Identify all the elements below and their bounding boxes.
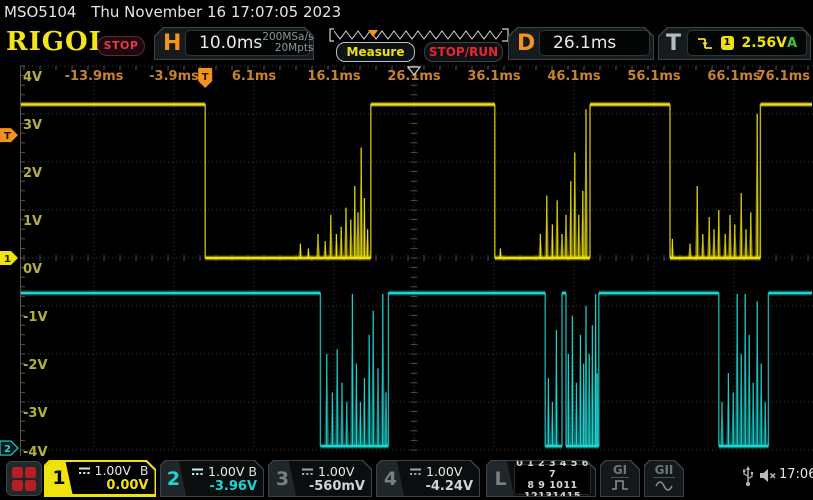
channel-2-offset: -3.96V: [186, 479, 263, 494]
waveform-display: -13.9ms -3.9ms 6.1ms 16.1ms 26.1ms 36.1ms 46.1…: [0, 0, 813, 470]
channel-1-scale: 1.00V: [95, 463, 131, 478]
svg-text:36.1ms: 36.1ms: [467, 69, 521, 84]
trigger-mode: A: [787, 36, 797, 51]
logic-label: L: [487, 461, 514, 496]
svg-text:3V: 3V: [23, 118, 42, 133]
channel-2-scale: 1.00V: [208, 464, 244, 479]
source-2-label: GII: [653, 463, 676, 478]
svg-text:-3V: -3V: [23, 406, 48, 421]
dc-coupling-icon: [301, 467, 314, 476]
svg-text:56.1ms: 56.1ms: [627, 69, 681, 84]
rigol-logo: RIGOL: [6, 27, 108, 57]
channel-1-number: 1: [46, 462, 73, 495]
delay-block[interactable]: D 26.1ms: [508, 27, 654, 60]
channel-3-number: 3: [269, 461, 296, 496]
svg-text:2V: 2V: [23, 166, 42, 181]
timebase-value: 10.0ms: [199, 33, 262, 53]
svg-text:2: 2: [4, 444, 11, 455]
channel-2-block[interactable]: 2 1.00V B -3.96V: [160, 460, 264, 497]
logic-channels-block[interactable]: L 0 1 2 3 4 5 6 7 8 9 1011 12131415: [486, 460, 596, 497]
svg-text:0V: 0V: [23, 262, 42, 277]
channel-3-offset: -560mV: [296, 479, 371, 494]
oscilloscope-screen: MSO5104 Thu November 16 17:07:05 2023 -1…: [0, 0, 813, 500]
sine-wave-icon: [654, 478, 674, 491]
horizontal-timebase-block[interactable]: H 10.0ms 200MSa/s 20Mpts: [154, 27, 314, 60]
svg-text:T: T: [4, 131, 11, 142]
svg-text:76.1ms: 76.1ms: [757, 69, 811, 84]
delay-value: 26.1ms: [553, 33, 616, 53]
datetime-label: Thu November 16 17:07:05 2023: [91, 3, 341, 21]
title-bar: MSO5104 Thu November 16 17:07:05 2023: [0, 0, 813, 24]
svg-text:-3.9ms: -3.9ms: [149, 69, 199, 84]
square-wave-icon: [610, 478, 630, 491]
source-1-block[interactable]: GI: [600, 460, 640, 497]
svg-text:-2V: -2V: [23, 358, 48, 373]
channel-3-block[interactable]: 3 1.00V -560mV: [268, 460, 372, 497]
horizontal-label: H: [163, 31, 181, 56]
clock: 17:06: [779, 467, 813, 482]
dc-coupling-icon: [191, 467, 204, 476]
memory-overview[interactable]: [329, 28, 509, 42]
channel-1-block[interactable]: 1 1.00V B 0.00V: [44, 460, 156, 497]
dc-coupling-icon: [78, 466, 91, 475]
logic-row-1: 0 1 2 3 4 5 6 7: [515, 458, 590, 480]
channel-4-block[interactable]: 4 1.00V -4.24V: [376, 460, 480, 497]
svg-text:T: T: [202, 72, 209, 83]
delay-pill: 26.1ms: [539, 30, 650, 56]
svg-text:6.1ms: 6.1ms: [232, 69, 277, 84]
memory-depth: 20Mpts: [275, 42, 314, 54]
model-label: MSO5104: [4, 3, 76, 21]
svg-text:16.1ms: 16.1ms: [307, 69, 361, 84]
trigger-block[interactable]: T 1 2.56V A: [658, 27, 811, 60]
svg-text:66.1ms: 66.1ms: [707, 69, 761, 84]
stop-run-button[interactable]: STOP/RUN: [424, 42, 503, 62]
dc-coupling-icon: [409, 467, 422, 476]
toolbar: RIGOL STOP H 10.0ms 200MSa/s 20Mpts Meas…: [0, 24, 813, 62]
svg-text:-1V: -1V: [23, 310, 48, 325]
speaker-muted-icon: [759, 468, 777, 483]
timebase-pill: 10.0ms 200MSa/s 20Mpts: [185, 30, 310, 56]
grid-icon: [12, 467, 36, 491]
svg-text:4V: 4V: [23, 70, 42, 85]
delay-label: D: [517, 31, 535, 56]
trigger-level: 2.56V: [742, 35, 787, 51]
channel-3-scale: 1.00V: [318, 464, 354, 479]
channel-1-offset: 0.00V: [73, 478, 155, 493]
acquisition-status-badge: STOP: [97, 36, 145, 56]
logic-row-2: 8 9 1011 12131415: [515, 480, 590, 500]
svg-text:-13.9ms: -13.9ms: [65, 69, 124, 84]
measure-button[interactable]: Measure: [336, 42, 415, 62]
bottom-bar: 1 1.00V B 0.00V 2 1.00V: [0, 457, 813, 500]
channel-1-bw-limit: B: [140, 463, 149, 478]
source-2-block[interactable]: GII: [644, 460, 684, 497]
channel-2-number: 2: [161, 461, 186, 496]
usb-icon: [741, 465, 755, 487]
svg-text:1: 1: [4, 254, 11, 265]
svg-text:46.1ms: 46.1ms: [547, 69, 601, 84]
channel-2-bw-limit: B: [248, 464, 257, 479]
trigger-source-badge: 1: [721, 36, 734, 50]
svg-text:1V: 1V: [23, 214, 42, 229]
menu-button[interactable]: [6, 461, 42, 496]
source-1-label: GI: [611, 463, 629, 478]
channel-4-number: 4: [377, 461, 404, 496]
falling-edge-icon: [696, 35, 713, 51]
trigger-label: T: [666, 31, 681, 56]
channel-4-offset: -4.24V: [404, 479, 479, 494]
trigger-pill: 1 2.56V A: [687, 30, 807, 56]
channel-4-scale: 1.00V: [426, 464, 462, 479]
